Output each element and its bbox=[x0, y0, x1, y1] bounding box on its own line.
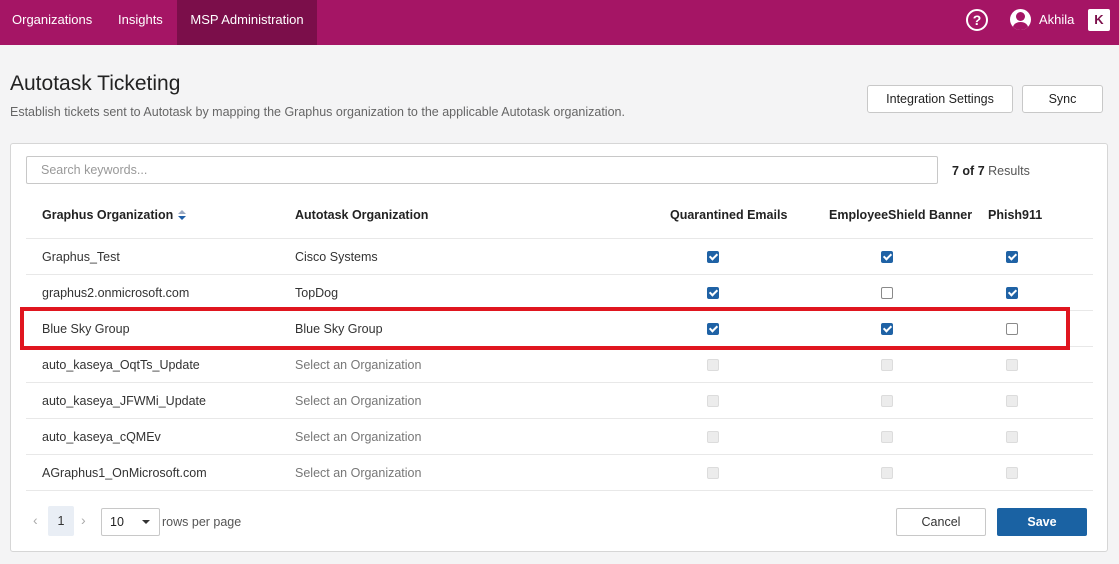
phish911-checkbox bbox=[1006, 467, 1018, 479]
employeeshield-banner-checkbox[interactable] bbox=[881, 251, 893, 263]
phish911-checkbox bbox=[1006, 431, 1018, 443]
help-icon[interactable]: ? bbox=[966, 9, 988, 31]
autotask-org-select[interactable]: TopDog bbox=[295, 275, 338, 311]
header-employeeshield-banner: EmployeeShield Banner bbox=[829, 208, 973, 222]
nav-organizations[interactable]: Organizations bbox=[12, 0, 92, 45]
graphus-org-cell: AGraphus1_OnMicrosoft.com bbox=[42, 466, 207, 480]
table-row: AGraphus1_OnMicrosoft.com Select an Organ… bbox=[26, 454, 1093, 490]
highlight-box bbox=[20, 307, 1070, 350]
phish911-checkbox[interactable] bbox=[1006, 251, 1018, 263]
save-button[interactable]: Save bbox=[997, 508, 1087, 536]
cancel-button[interactable]: Cancel bbox=[896, 508, 986, 536]
table-row: auto_kaseya_JFWMi_Update Select an Organi… bbox=[26, 382, 1093, 418]
search-input[interactable] bbox=[26, 156, 938, 184]
autotask-org-select[interactable]: Select an Organization bbox=[295, 419, 421, 455]
autotask-org-select[interactable]: Select an Organization bbox=[295, 455, 421, 491]
quarantined-emails-checkbox[interactable] bbox=[707, 251, 719, 263]
user-avatar-icon[interactable] bbox=[1010, 9, 1031, 30]
sort-icon[interactable] bbox=[178, 210, 187, 221]
quarantined-emails-checkbox bbox=[707, 395, 719, 407]
quarantined-emails-checkbox bbox=[707, 467, 719, 479]
table-row: graphus2.onmicrosoft.com TopDog bbox=[26, 274, 1093, 310]
quarantined-emails-checkbox bbox=[707, 359, 719, 371]
employeeshield-banner-checkbox[interactable] bbox=[881, 287, 893, 299]
page-subtitle: Establish tickets sent to Autotask by ma… bbox=[10, 105, 625, 119]
kaseya-logo-icon: K bbox=[1088, 9, 1110, 31]
graphus-org-cell: graphus2.onmicrosoft.com bbox=[42, 286, 190, 300]
integration-settings-button[interactable]: Integration Settings bbox=[867, 85, 1013, 113]
rows-per-page-select[interactable]: 10 bbox=[101, 508, 160, 536]
header-phish911: Phish911 bbox=[988, 208, 1043, 222]
page-title: Autotask Ticketing bbox=[10, 72, 181, 95]
quarantined-emails-checkbox bbox=[707, 431, 719, 443]
employeeshield-banner-checkbox bbox=[881, 431, 893, 443]
header-graphus-organization[interactable]: Graphus Organization bbox=[42, 208, 187, 222]
graphus-org-cell: auto_kaseya_cQMEv bbox=[42, 430, 161, 444]
nav-msp-administration[interactable]: MSP Administration bbox=[177, 0, 317, 45]
next-page-icon[interactable]: › bbox=[81, 512, 86, 528]
header-graphus-label: Graphus Organization bbox=[42, 208, 174, 222]
phish911-checkbox[interactable] bbox=[1006, 287, 1018, 299]
user-name[interactable]: Akhila bbox=[1039, 0, 1074, 39]
rows-per-page-label: rows per page bbox=[162, 515, 242, 529]
graphus-org-cell: auto_kaseya_OqtTs_Update bbox=[42, 358, 200, 372]
autotask-org-select[interactable]: Cisco Systems bbox=[295, 239, 378, 275]
graphus-org-cell: Graphus_Test bbox=[42, 250, 120, 264]
employeeshield-banner-checkbox bbox=[881, 395, 893, 407]
quarantined-emails-checkbox[interactable] bbox=[707, 287, 719, 299]
employeeshield-banner-checkbox bbox=[881, 467, 893, 479]
phish911-checkbox bbox=[1006, 395, 1018, 407]
table-row: auto_kaseya_OqtTs_Update Select an Organi… bbox=[26, 346, 1093, 382]
autotask-org-select[interactable]: Select an Organization bbox=[295, 347, 421, 383]
employeeshield-banner-checkbox bbox=[881, 359, 893, 371]
nav-insights[interactable]: Insights bbox=[118, 0, 163, 45]
table-bottom-border bbox=[26, 490, 1093, 491]
rows-per-page-value: 10 bbox=[110, 515, 124, 529]
graphus-org-cell: auto_kaseya_JFWMi_Update bbox=[42, 394, 206, 408]
header-quarantined-emails: Quarantined Emails bbox=[670, 208, 788, 222]
results-number: 7 of 7 bbox=[952, 164, 985, 178]
top-nav: Organizations Insights MSP Administratio… bbox=[0, 0, 1119, 45]
table-row: auto_kaseya_cQMEv Select an Organization bbox=[26, 418, 1093, 454]
phish911-checkbox bbox=[1006, 359, 1018, 371]
header-autotask-organization: Autotask Organization bbox=[295, 208, 429, 222]
results-label: Results bbox=[988, 164, 1030, 178]
chevron-down-icon bbox=[142, 520, 150, 524]
autotask-org-select[interactable]: Select an Organization bbox=[295, 383, 421, 419]
sync-button[interactable]: Sync bbox=[1022, 85, 1103, 113]
mapping-card: 7 of 7 Results Graphus Organization Auto… bbox=[10, 143, 1108, 552]
prev-page-icon[interactable]: ‹ bbox=[33, 512, 38, 528]
results-count: 7 of 7 Results bbox=[952, 164, 1030, 178]
page-number-current[interactable]: 1 bbox=[48, 506, 74, 536]
table-row: Graphus_Test Cisco Systems bbox=[26, 238, 1093, 274]
